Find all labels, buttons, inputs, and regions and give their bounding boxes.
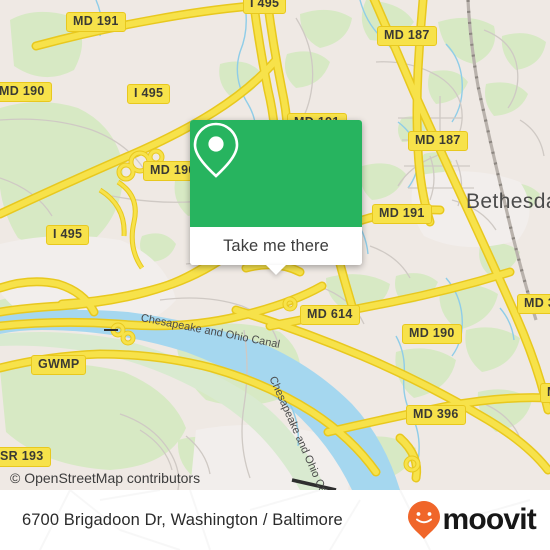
road-shield-md-190[interactable]: MD 190 bbox=[402, 324, 462, 344]
road-shield-sr-193[interactable]: SR 193 bbox=[0, 447, 51, 467]
road-shield-md-187[interactable]: MD 187 bbox=[377, 26, 437, 46]
popup-tail bbox=[266, 265, 286, 275]
moovit-wordmark: moovit bbox=[442, 503, 536, 536]
map-pin-icon bbox=[193, 122, 239, 178]
osm-attribution[interactable]: © OpenStreetMap contributors bbox=[10, 470, 200, 486]
popup-pin-area bbox=[190, 120, 362, 227]
road-shield-md-396[interactable]: MD 396 bbox=[406, 405, 466, 425]
moovit-pin-icon bbox=[408, 501, 441, 539]
take-me-there-label: Take me there bbox=[223, 236, 329, 255]
moovit-logo[interactable]: moovit bbox=[407, 500, 537, 540]
road-shield-md-614[interactable]: MD 614 bbox=[300, 305, 360, 325]
road-shield-i-495[interactable]: I 495 bbox=[243, 0, 287, 14]
road-shield-md-187[interactable]: MD 187 bbox=[408, 131, 468, 151]
address-text: 6700 Brigadoon Dr, Washington / Baltimor… bbox=[22, 510, 343, 529]
road-shield-md-190[interactable]: MD 190 bbox=[0, 82, 52, 102]
footer-bar: 6700 Brigadoon Dr, Washington / Baltimor… bbox=[0, 490, 550, 550]
place-label-bethesda: Bethesda bbox=[466, 190, 550, 213]
destination-popup-card[interactable]: Take me there bbox=[190, 120, 362, 275]
road-shield-gwmp[interactable]: GWMP bbox=[31, 355, 87, 375]
road-shield-md-191[interactable]: MD 191 bbox=[66, 12, 126, 32]
popup-cta-area[interactable]: Take me there bbox=[190, 227, 362, 265]
road-shield-i-495[interactable]: I 495 bbox=[127, 84, 171, 104]
road-shield-md-191[interactable]: MD 191 bbox=[372, 204, 432, 224]
road-shield-md-3[interactable]: MD 3 bbox=[540, 383, 550, 403]
road-shield-md-355[interactable]: MD 355 bbox=[517, 294, 550, 314]
moovit-map-screenshot: Chesapeake and Ohio Canal Chesapeake and… bbox=[0, 0, 550, 550]
map-canvas[interactable]: Chesapeake and Ohio Canal Chesapeake and… bbox=[0, 0, 550, 490]
road-shield-i-495[interactable]: I 495 bbox=[46, 225, 90, 245]
